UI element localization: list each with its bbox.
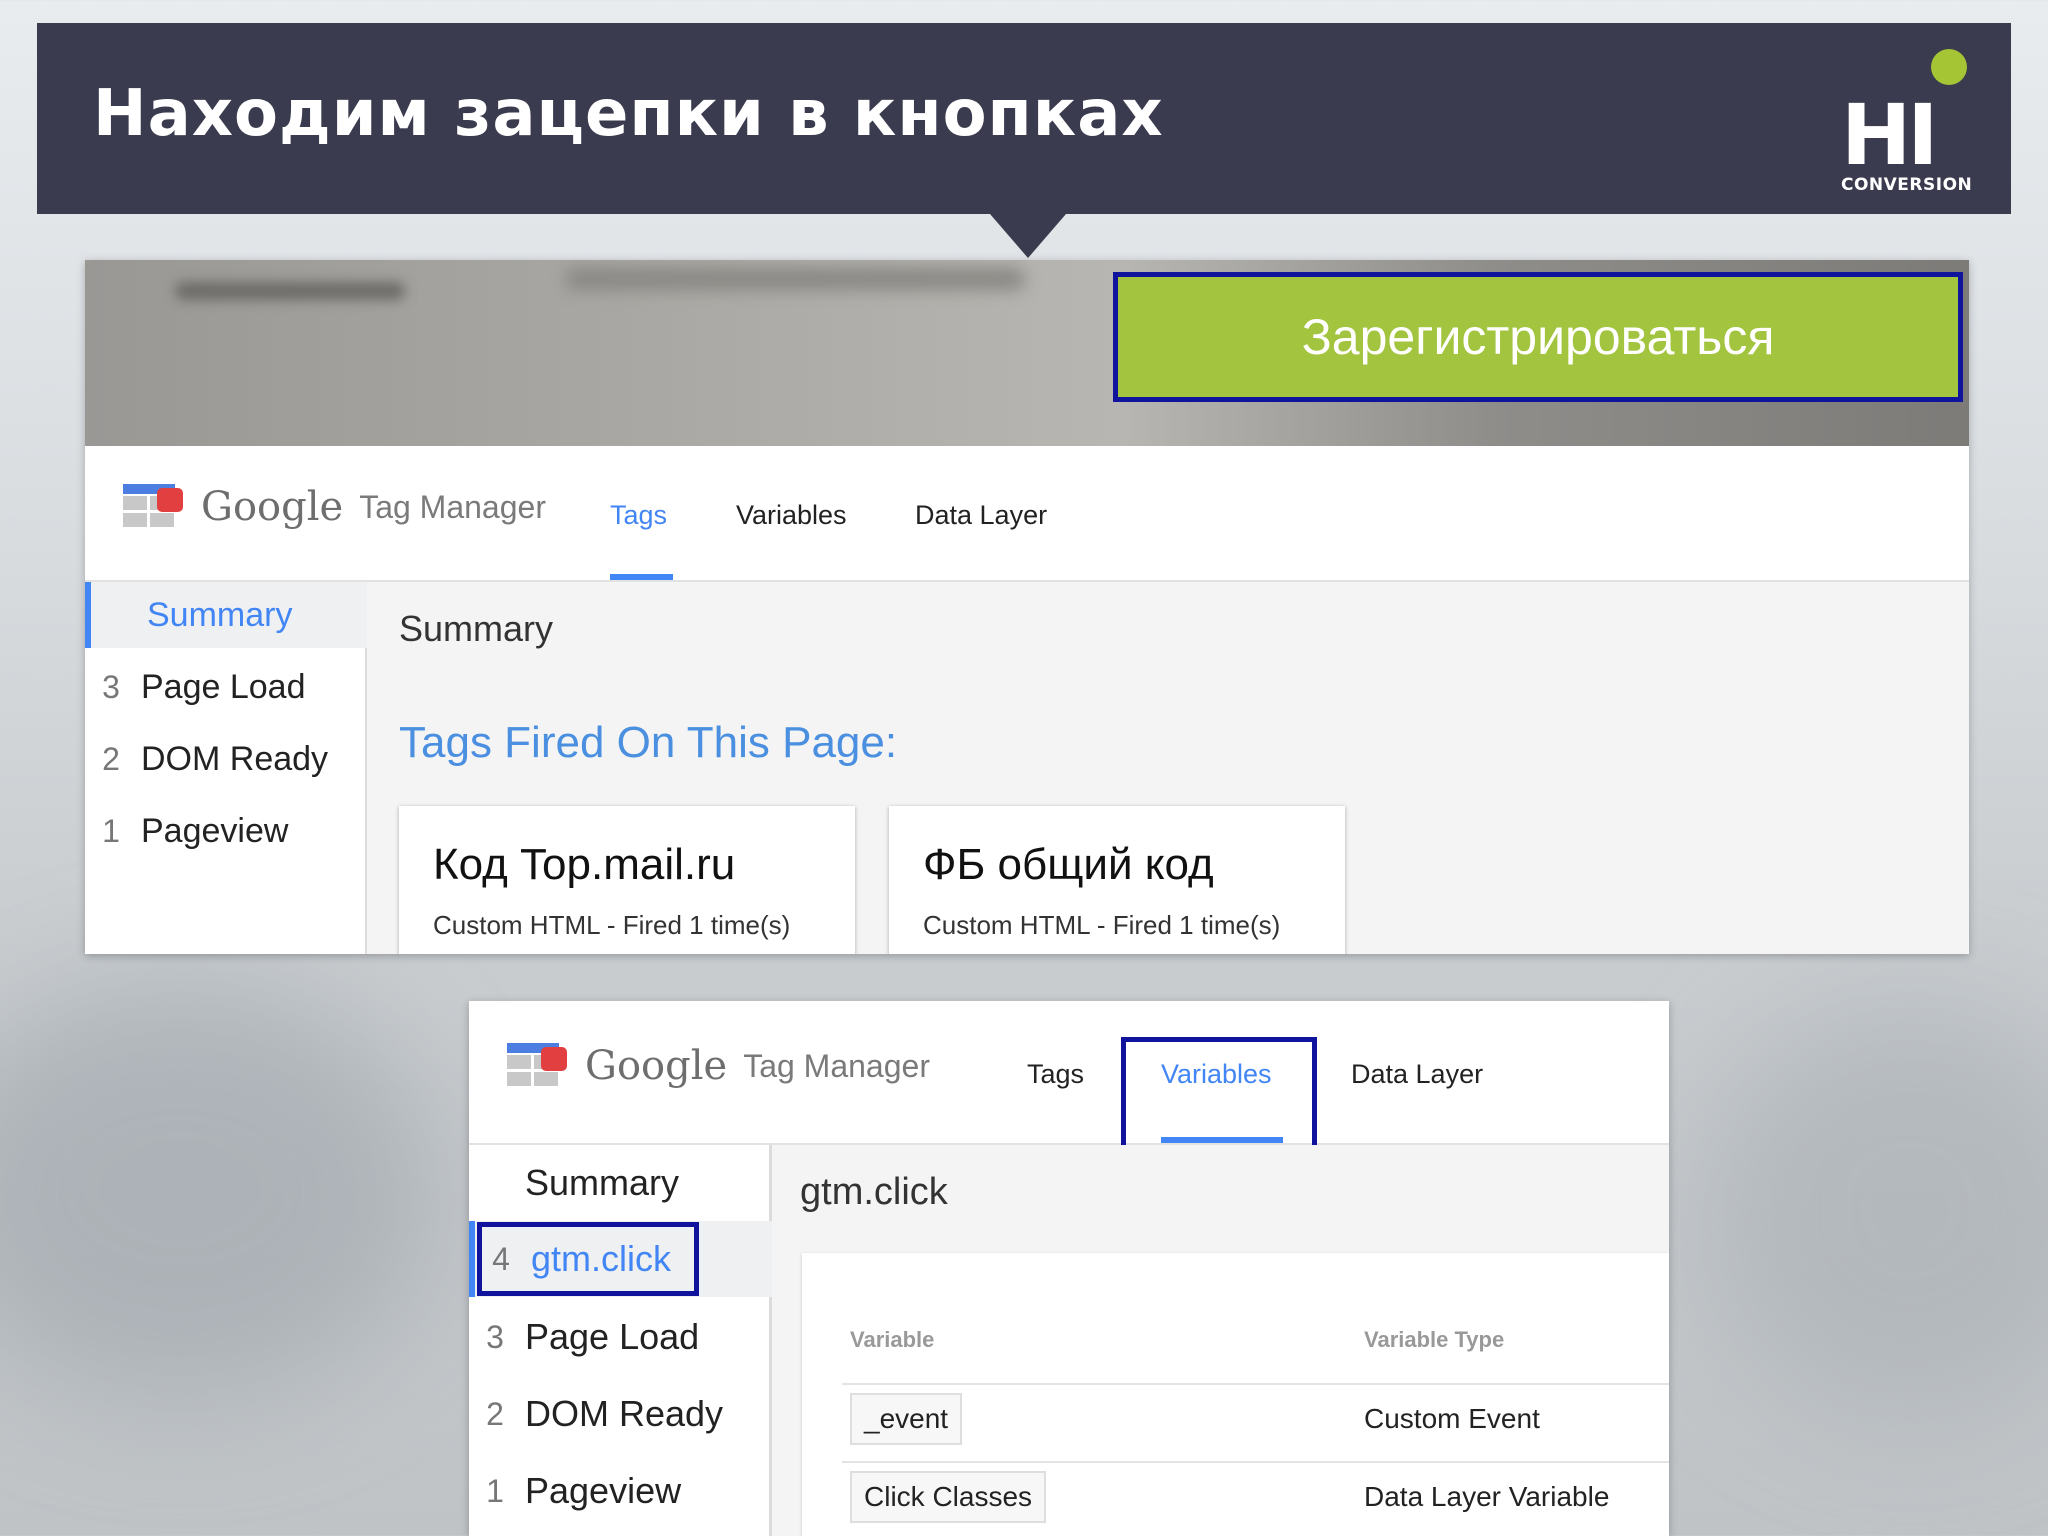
- active-tab-indicator: [610, 574, 673, 580]
- logo-dot-icon: [1931, 49, 1967, 85]
- tab-data-layer[interactable]: Data Layer: [1351, 1059, 1483, 1090]
- sidebar-item-label: DOM Ready: [141, 739, 329, 778]
- tag-card[interactable]: ФБ общий код Custom HTML - Fired 1 time(…: [889, 806, 1345, 954]
- column-header-variable-type: Variable Type: [1364, 1327, 1505, 1352]
- logo-subtitle: CONVERSION: [1841, 175, 1973, 195]
- tag-manager-wordmark: Tag Manager: [359, 488, 546, 525]
- sidebar-item-label: Page Load: [525, 1316, 700, 1357]
- event-number: 2: [486, 1395, 504, 1432]
- event-number: 4: [492, 1240, 510, 1277]
- banner-pointer-icon: [990, 214, 1066, 258]
- sidebar-item-pageview[interactable]: 1 Pageview: [85, 798, 365, 864]
- background-blur: [0, 980, 440, 1400]
- table-divider: [842, 1383, 1669, 1385]
- variables-table: Variable Variable Type _event Custom Eve…: [802, 1253, 1669, 1536]
- gtm-header: Google Tag Manager Tags Variables Data L…: [469, 1001, 1669, 1161]
- event-number: 1: [102, 812, 120, 849]
- event-detail-pane: gtm.click Variable Variable Type _event …: [772, 1145, 1669, 1536]
- event-number: 3: [102, 668, 120, 705]
- sidebar-item-page-load[interactable]: 3 Page Load: [85, 654, 365, 720]
- variable-name-chip[interactable]: _event: [850, 1393, 963, 1445]
- event-number: 1: [486, 1472, 504, 1509]
- tags-fired-heading: Tags Fired On This Page:: [399, 718, 898, 767]
- sidebar-item-page-load[interactable]: 3 Page Load: [469, 1299, 769, 1375]
- tab-tags[interactable]: Tags: [1027, 1059, 1084, 1090]
- highlight-frame: Зарегистрироваться: [1113, 272, 1963, 402]
- tag-detail: Custom HTML - Fired 1 time(s): [433, 910, 791, 940]
- sidebar-item-summary[interactable]: Summary: [85, 582, 371, 648]
- tab-data-layer[interactable]: Data Layer: [915, 500, 1047, 531]
- event-sidebar: Summary 4 gtm.click 3 Page Load 2 DOM Re…: [469, 1145, 775, 1536]
- tag-detail: Custom HTML - Fired 1 time(s): [923, 910, 1281, 940]
- google-wordmark: Google: [201, 484, 344, 530]
- google-wordmark: Google: [585, 1043, 728, 1089]
- sidebar-item-label: gtm.click: [531, 1238, 672, 1279]
- screenshot-gtm-variables: Google Tag Manager Tags Variables Data L…: [469, 1001, 1669, 1536]
- variable-type: Data Layer Variable: [1364, 1481, 1610, 1512]
- gtm-header: Google Tag Manager Tags Variables Data L…: [85, 456, 1969, 582]
- sidebar-item-summary[interactable]: Summary: [469, 1145, 769, 1221]
- tab-variables[interactable]: Variables: [736, 500, 847, 531]
- gtm-logo: Google Tag Manager: [123, 484, 546, 530]
- table-divider: [842, 1461, 1669, 1463]
- tab-tags[interactable]: Tags: [610, 500, 667, 531]
- event-number: 2: [102, 740, 120, 777]
- sidebar-item-label: Pageview: [525, 1470, 682, 1511]
- screenshot-gtm-tags: Зарегистрироваться Google Tag Manager Ta…: [85, 260, 1969, 954]
- sidebar-item-label: Page Load: [141, 667, 306, 706]
- hi-conversion-logo: HI CONVERSION: [1817, 49, 1972, 199]
- slide-title: Находим зацепки в кнопках: [93, 77, 1164, 151]
- tag-name: ФБ общий код: [923, 840, 1214, 889]
- tag-manager-wordmark: Tag Manager: [743, 1047, 930, 1084]
- event-sidebar: Summary 3 Page Load 2 DOM Ready 1 Pagevi…: [85, 582, 371, 954]
- pane-heading: gtm.click: [800, 1171, 948, 1213]
- website-strip: Зарегистрироваться: [85, 260, 1969, 446]
- summary-pane: Summary Tags Fired On This Page: Код Top…: [367, 582, 1969, 954]
- gtm-logo: Google Tag Manager: [507, 1043, 930, 1089]
- tag-card[interactable]: Код Top.mail.ru Custom HTML - Fired 1 ti…: [399, 806, 855, 954]
- sidebar-item-pageview[interactable]: 1 Pageview: [469, 1453, 769, 1529]
- register-button[interactable]: Зарегистрироваться: [1118, 277, 1958, 397]
- variable-name-chip[interactable]: Click Classes: [850, 1471, 1047, 1523]
- tag-manager-icon: [123, 484, 185, 530]
- highlight-frame: [1121, 1037, 1317, 1161]
- sidebar-item-label: DOM Ready: [525, 1393, 724, 1434]
- blurred-site-content: [565, 268, 1025, 290]
- tag-manager-icon: [507, 1043, 569, 1089]
- sidebar-item-label: Summary: [147, 595, 293, 634]
- sidebar-item-label: Pageview: [141, 811, 289, 850]
- background-blur: [1700, 1000, 2048, 1420]
- tag-name: Код Top.mail.ru: [433, 840, 736, 889]
- event-number: 3: [486, 1318, 504, 1355]
- sidebar-item-gtm-click[interactable]: 4 gtm.click: [469, 1221, 775, 1297]
- slide-header: Находим зацепки в кнопках HI CONVERSION: [37, 23, 2011, 214]
- sidebar-item-dom-ready[interactable]: 2 DOM Ready: [85, 726, 365, 792]
- sidebar-item-dom-ready[interactable]: 2 DOM Ready: [469, 1376, 769, 1452]
- column-header-variable: Variable: [850, 1327, 935, 1352]
- logo-mark: HI: [1841, 86, 1939, 184]
- sidebar-item-label: Summary: [525, 1162, 680, 1203]
- variable-type: Custom Event: [1364, 1403, 1540, 1434]
- blurred-site-content: [175, 282, 405, 300]
- pane-heading: Summary: [399, 608, 554, 649]
